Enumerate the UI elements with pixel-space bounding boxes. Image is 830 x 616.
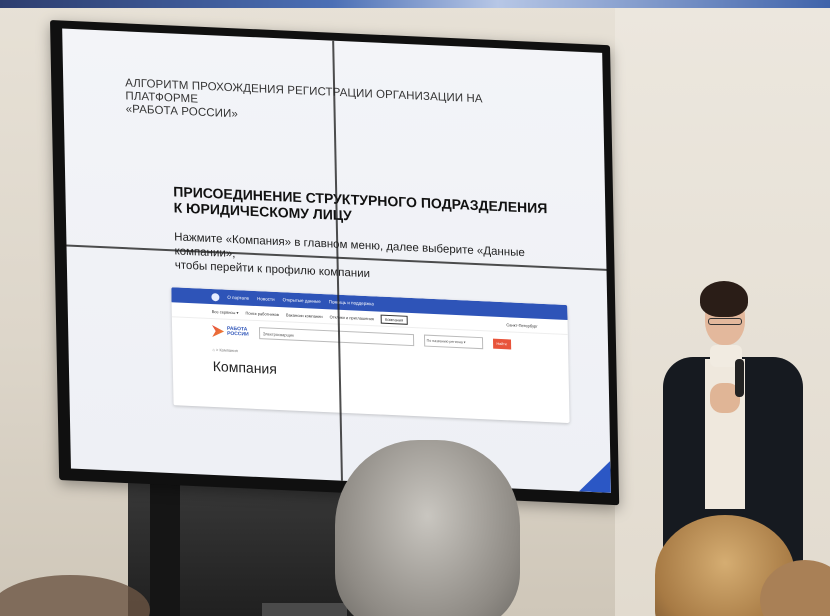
slide-instruction: Нажмите «Компания» в главном меню, далее… — [174, 230, 565, 290]
logo-line-2: РОССИИ — [227, 330, 249, 338]
glasses-icon — [708, 318, 742, 325]
audience-head-grey-hair — [335, 440, 520, 616]
logo-text: РАБОТА РОССИИ — [227, 325, 249, 338]
state-emblem-icon — [211, 292, 220, 301]
mock-region-select: По названию региона ▾ — [423, 334, 483, 350]
nav-item-open-data: Открытые данные — [282, 297, 321, 304]
slide-heading: ПРИСОЕДИНЕНИЕ СТРУКТУРНОГО ПОДРАЗДЕЛЕНИЯ… — [173, 183, 554, 232]
website-screenshot: О портале Новости Открытые данные Помощь… — [171, 287, 570, 424]
subnav-find-workers: Поиск работников — [245, 310, 280, 317]
microphone-icon — [735, 359, 744, 397]
subnav-city: Санкт-Петербург — [506, 321, 538, 329]
slide-corner-emblem — [578, 459, 611, 492]
floor-device — [262, 603, 347, 616]
mock-find-button: Найти — [492, 338, 511, 350]
subnav-responses: Отклики и приглашения — [329, 313, 374, 321]
nav-item-help: Помощь и поддержка — [328, 299, 374, 307]
nav-item-about: О портале — [227, 294, 250, 301]
subnav-company-vacancies: Вакансии компании — [285, 311, 323, 319]
speaker-hair — [700, 281, 748, 317]
logo-arrow-icon — [212, 325, 224, 338]
screen-stand-leg — [150, 470, 180, 616]
slide: АЛГОРИТМ ПРОХОЖДЕНИЯ РЕГИСТРАЦИИ ОРГАНИЗ… — [62, 28, 611, 493]
nav-item-news: Новости — [257, 296, 275, 302]
rabota-rossii-logo: РАБОТА РОССИИ — [212, 325, 249, 339]
conference-photo: АЛГОРИТМ ПРОХОЖДЕНИЯ РЕГИСТРАЦИИ ОРГАНИЗ… — [0, 0, 830, 616]
top-banner-strip — [0, 0, 830, 8]
slide-title: АЛГОРИТМ ПРОХОЖДЕНИЯ РЕГИСТРАЦИИ ОРГАНИЗ… — [125, 77, 526, 134]
mock-search-field: Электросварщик — [258, 327, 414, 347]
subnav-company-highlighted: Компания — [380, 314, 408, 325]
subnav-all-services: Все сервисы ▾ — [211, 308, 239, 315]
presentation-screen: АЛГОРИТМ ПРОХОЖДЕНИЯ РЕГИСТРАЦИИ ОРГАНИЗ… — [50, 20, 620, 506]
